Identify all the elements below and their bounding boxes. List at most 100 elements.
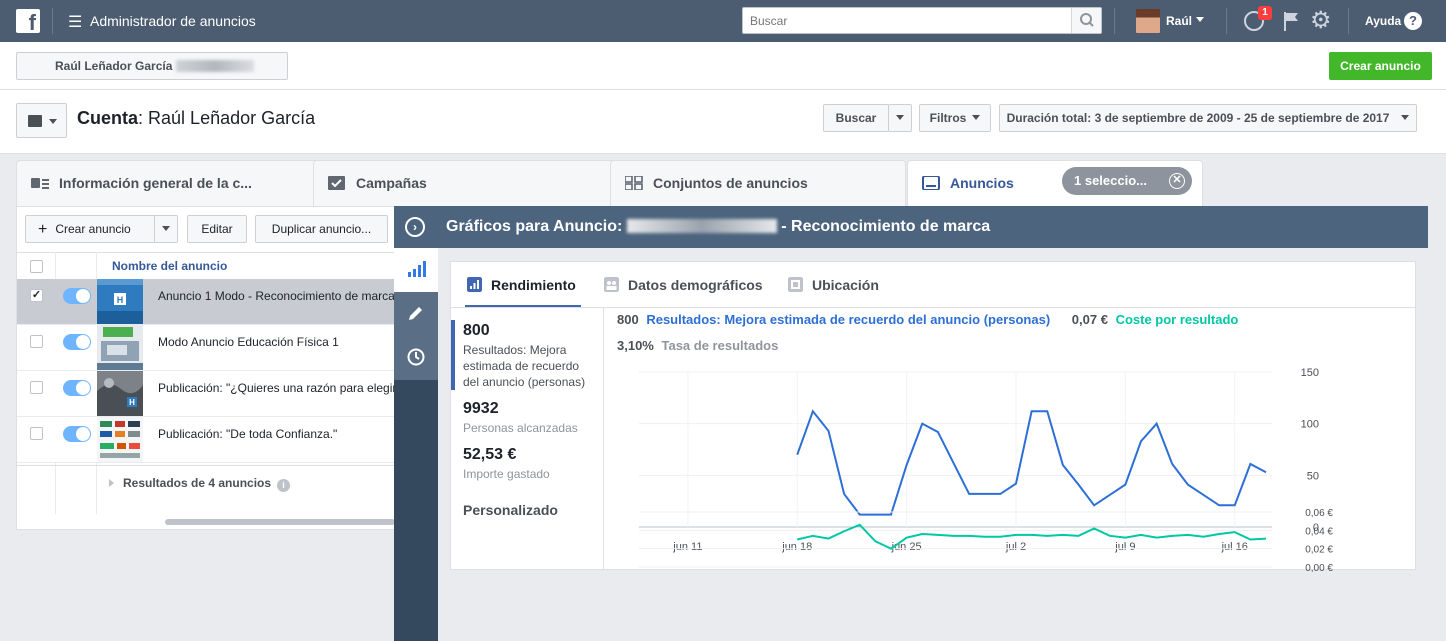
close-icon[interactable]: ✕ <box>1169 173 1185 189</box>
overview-icon <box>31 178 49 189</box>
legend-results-label[interactable]: Resultados: Mejora estimada de recuerdo … <box>646 312 1050 327</box>
account-selector[interactable]: Raúl Leñador García <box>16 52 288 80</box>
column-header-name[interactable]: Nombre del anuncio <box>112 259 227 273</box>
row-checkbox[interactable]: ✓ <box>30 289 43 302</box>
search-dropdown-button[interactable] <box>888 104 912 132</box>
tab-demographics[interactable]: Datos demográficos <box>604 277 763 293</box>
search-button[interactable] <box>1071 8 1101 33</box>
y-tick-label: 50 <box>1307 470 1319 482</box>
graphs-panel: › Gráficos para Anuncio: - Reconocimient… <box>394 206 1428 641</box>
table-row[interactable]: H Publicación: "¿Quieres una razón para … <box>17 371 398 417</box>
selection-pill[interactable]: 1 seleccio... ✕ <box>1062 167 1192 195</box>
ad-name[interactable]: Anuncio 1 Modo - Reconocimiento de marca <box>158 289 398 303</box>
table-row[interactable]: Publicación: "De toda Confianza." <box>17 417 395 463</box>
row-checkbox[interactable] <box>30 335 43 348</box>
filters-button[interactable]: Filtros <box>919 104 991 132</box>
table-row[interactable]: ✓ H Anuncio 1 Modo - Reconocimiento de m… <box>17 279 395 325</box>
expand-arrow-icon[interactable] <box>109 479 114 487</box>
top-navigation-bar: f ☰ Administrador de anuncios Raúl 1 ⚙ A… <box>0 0 1446 42</box>
results-summary-label: Resultados de 4 anuncios <box>123 476 272 490</box>
rail-item-charts[interactable] <box>394 248 438 292</box>
ads-table-panel: + Crear anuncio Editar Duplicar anuncio..… <box>16 206 396 530</box>
create-label: Crear anuncio <box>55 222 131 236</box>
delivery-toggle[interactable] <box>63 334 91 350</box>
metric-results-label[interactable]: Resultados: Mejora estimada de recuerdo … <box>463 342 598 390</box>
tab-performance[interactable]: Rendimiento <box>467 277 576 293</box>
date-range-picker[interactable]: Duración total: 3 de septiembre de 2009 … <box>999 104 1417 132</box>
metric-spend-label[interactable]: Importe gastado <box>463 466 598 482</box>
user-name[interactable]: Raúl <box>1166 14 1192 28</box>
selected-metric-indicator <box>451 320 455 390</box>
gear-icon[interactable]: ⚙ <box>1310 9 1332 33</box>
info-icon[interactable]: i <box>277 479 291 492</box>
help-icon[interactable]: ? <box>1404 12 1422 30</box>
table-header: Nombre del anuncio <box>17 252 395 280</box>
document-icon <box>28 115 42 127</box>
tab-placement-label: Ubicación <box>812 277 879 293</box>
legend-cost-label[interactable]: Coste por resultado <box>1116 312 1239 327</box>
legend-rate-value: 3,10% <box>617 338 654 353</box>
delivery-toggle[interactable] <box>63 426 91 442</box>
create-ad-button[interactable]: Crear anuncio <box>1329 52 1432 80</box>
metrics-column: 800 Resultados: Mejora estimada de recue… <box>451 308 604 570</box>
ad-name-redacted <box>626 219 777 233</box>
tab-ad-sets[interactable]: Conjuntos de anuncios <box>610 160 906 206</box>
delivery-toggle[interactable] <box>63 288 91 304</box>
delivery-toggle[interactable] <box>63 380 91 396</box>
notification-badge: 1 <box>1258 6 1272 20</box>
ad-name[interactable]: Publicación: "De toda Confianza." <box>158 427 398 441</box>
metric-spend-value[interactable]: 52,53 € <box>463 446 516 464</box>
divider <box>52 8 53 34</box>
help-link[interactable]: Ayuda <box>1365 14 1401 28</box>
results-line-chart: 150100500jun 11 jun 18 jun 25 jul 2 jul 9 jul… <box>639 367 1333 572</box>
custom-metrics-link[interactable]: Personalizado <box>463 502 558 518</box>
chevron-down-icon <box>49 119 57 124</box>
metric-results-value[interactable]: 800 <box>463 322 490 340</box>
bar-chart-icon <box>408 261 426 277</box>
app-title[interactable]: Administrador de anuncios <box>90 13 256 29</box>
bar-chart-icon <box>467 277 482 292</box>
divider <box>1348 8 1349 34</box>
edit-button[interactable]: Editar <box>187 215 247 243</box>
account-menu-button[interactable] <box>16 103 67 138</box>
tab-label: Información general de la c... <box>59 175 252 191</box>
ad-name[interactable]: Publicación: "¿Quieres una razón para el… <box>158 381 398 395</box>
tab-label: Anuncios <box>950 175 1014 191</box>
date-range-label: Duración total: 3 de septiembre de 2009 … <box>1006 111 1390 125</box>
table-row[interactable]: Modo Anuncio Educación Física 1 <box>17 325 395 371</box>
tab-placement[interactable]: Ubicación <box>788 277 879 293</box>
metric-reach-label[interactable]: Personas alcanzadas <box>463 420 598 436</box>
account-name: Raúl Leñador García <box>55 59 173 73</box>
collapse-panel-button[interactable]: › <box>405 217 425 237</box>
rail-item-history[interactable] <box>394 336 438 380</box>
ad-thumbnail: H <box>97 279 143 324</box>
ad-name[interactable]: Modo Anuncio Educación Física 1 <box>158 335 398 349</box>
duplicate-button[interactable]: Duplicar anuncio... <box>255 215 388 243</box>
search-box <box>742 7 1102 34</box>
legend-rate-label[interactable]: Tasa de resultados <box>662 338 779 353</box>
graphs-title-suffix: - Reconocimiento de marca <box>781 218 991 235</box>
horizontal-scrollbar[interactable] <box>165 519 395 525</box>
search-button[interactable]: Buscar <box>823 104 889 132</box>
series-line-cost <box>797 523 1267 550</box>
create-dropdown-button[interactable] <box>154 215 178 243</box>
select-all-checkbox[interactable] <box>30 260 43 273</box>
legend-cost-value: 0,07 € <box>1071 312 1108 327</box>
chevron-down-icon[interactable] <box>1196 17 1204 22</box>
tab-overview[interactable]: Información general de la c... <box>16 160 318 206</box>
rail-item-edit[interactable] <box>394 292 438 336</box>
row-checkbox[interactable] <box>30 427 43 440</box>
people-icon <box>604 277 619 292</box>
avatar[interactable] <box>1136 9 1160 33</box>
flag-icon[interactable] <box>1282 10 1300 32</box>
ad-thumbnail <box>97 325 143 370</box>
row-checkbox[interactable] <box>30 381 43 394</box>
tab-campaigns[interactable]: Campañas <box>313 160 618 206</box>
facebook-logo[interactable]: f <box>16 9 40 33</box>
search-input[interactable] <box>743 8 1069 33</box>
menu-icon[interactable]: ☰ <box>68 12 82 32</box>
search-icon <box>1080 13 1094 27</box>
chevron-down-icon <box>972 115 981 120</box>
metric-reach-value[interactable]: 9932 <box>463 400 499 418</box>
level-tabs: Información general de la c... Campañas … <box>0 154 1446 206</box>
